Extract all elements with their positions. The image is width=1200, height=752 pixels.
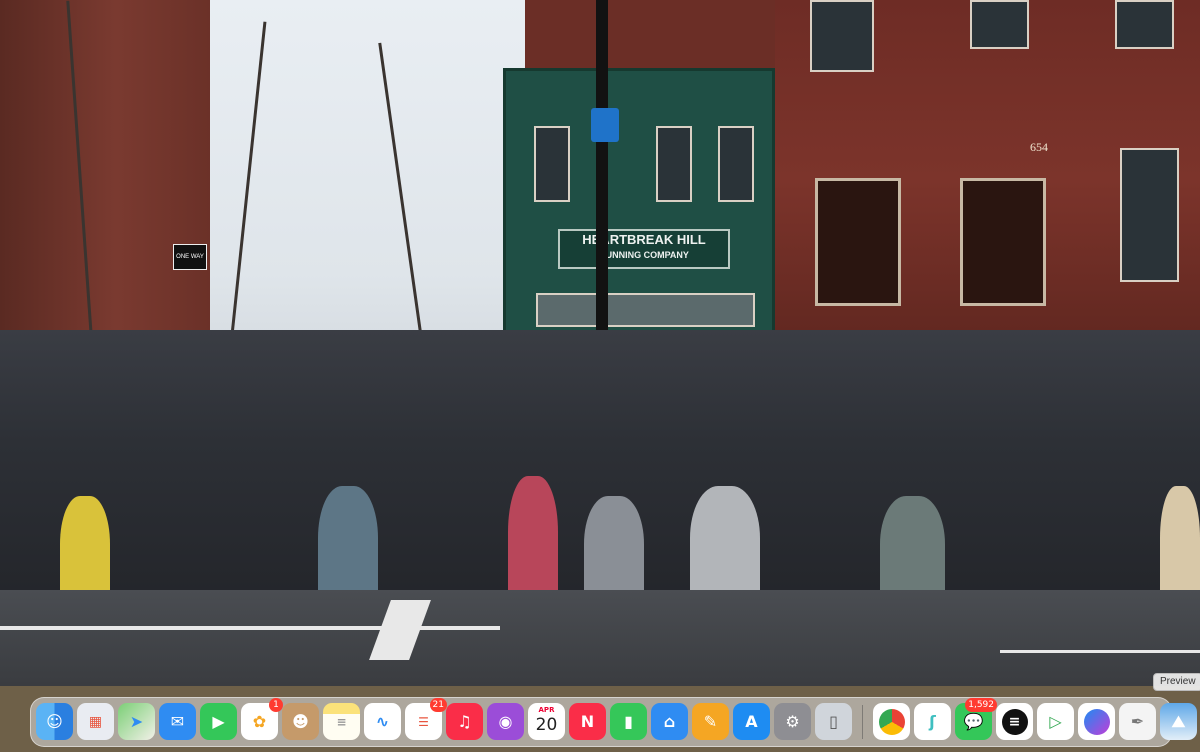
- calendar-day: 20: [535, 715, 558, 735]
- tree: [378, 42, 423, 341]
- storefront: HEARTBREAK HILL RUNNING COMPANY: [503, 68, 775, 353]
- shop-window: [536, 293, 755, 327]
- podcasts-icon[interactable]: ◉: [487, 703, 524, 740]
- dock-separator: [862, 705, 863, 739]
- textedit-icon[interactable]: ✒: [1119, 703, 1156, 740]
- gear-icon[interactable]: ⚙: [774, 703, 811, 740]
- keynote-icon[interactable]: ⌂: [651, 703, 688, 740]
- launchpad-icon[interactable]: ▦: [77, 703, 114, 740]
- desktop-photo: 654 HEARTBREAK HILL RUNNING COMPANY ONE …: [0, 0, 1200, 686]
- window: [656, 126, 692, 202]
- road-marking: [1000, 650, 1200, 653]
- contacts-icon[interactable]: ☻: [282, 703, 319, 740]
- dock-icons: ☺ ▦ ➤ ✉ ▶ ✿ 1 ☻ ≡ ∿ ☰ 21 ♫ ◉ APR 20 N ▮ ⌂ …: [36, 698, 1197, 740]
- messages-icon[interactable]: 💬 1,592: [955, 698, 997, 740]
- storefront-sign: HEARTBREAK HILL RUNNING COMPANY: [558, 229, 730, 269]
- mail-icon[interactable]: ✉: [159, 703, 196, 740]
- window: [1115, 0, 1174, 49]
- notification-badge: 21: [429, 698, 447, 712]
- dock-tooltip: Preview: [1153, 673, 1200, 691]
- window: [534, 126, 570, 202]
- one-way-sign: ONE WAY: [173, 244, 207, 270]
- facetime-icon[interactable]: ▶: [200, 703, 237, 740]
- window: [970, 0, 1029, 49]
- street: [0, 590, 1200, 686]
- chrome-icon[interactable]: [873, 703, 910, 740]
- calendar-month: APR: [538, 706, 555, 714]
- storefront-sign-line2: RUNNING COMPANY: [599, 250, 689, 260]
- notification-badge: 1,592: [965, 698, 997, 712]
- numbers-icon[interactable]: ▮: [610, 703, 647, 740]
- messenger-icon[interactable]: [1078, 703, 1115, 740]
- music-icon[interactable]: ♫: [446, 703, 483, 740]
- play-icon[interactable]: ▷: [1037, 703, 1074, 740]
- building-left: [0, 0, 210, 360]
- tree: [230, 21, 267, 341]
- photos-icon[interactable]: ✿ 1: [241, 698, 283, 740]
- street-sign-blue: [591, 108, 619, 142]
- window: [718, 126, 754, 202]
- finder-icon[interactable]: ☺: [36, 703, 73, 740]
- pages-icon[interactable]: ✎: [692, 703, 729, 740]
- window: [810, 0, 874, 72]
- app-store-icon[interactable]: A: [733, 703, 770, 740]
- linear-icon[interactable]: ʃ: [914, 703, 951, 740]
- window: [1120, 148, 1179, 282]
- chatgpt-icon[interactable]: ≡: [996, 703, 1033, 740]
- maps-icon[interactable]: ➤: [118, 703, 155, 740]
- news-icon[interactable]: N: [569, 703, 606, 740]
- storefront-sign-line1: HEARTBREAK HILL: [582, 232, 706, 247]
- calendar-icon[interactable]: APR 20: [528, 703, 565, 740]
- lamp-post: [596, 0, 608, 330]
- road-marking: [0, 626, 500, 630]
- building-right: [775, 0, 1200, 360]
- reminders-icon[interactable]: ☰ 21: [405, 698, 447, 740]
- door: [960, 178, 1046, 306]
- door: [815, 178, 901, 306]
- address-number: 654: [1030, 140, 1048, 154]
- preview-icon[interactable]: ⛰: [1160, 703, 1197, 740]
- crosswalk: [369, 600, 431, 660]
- iphone-mirroring-icon[interactable]: ▯: [815, 703, 852, 740]
- freeform-icon[interactable]: ∿: [364, 703, 401, 740]
- notes-icon[interactable]: ≡: [323, 703, 360, 740]
- notification-badge: 1: [269, 698, 283, 712]
